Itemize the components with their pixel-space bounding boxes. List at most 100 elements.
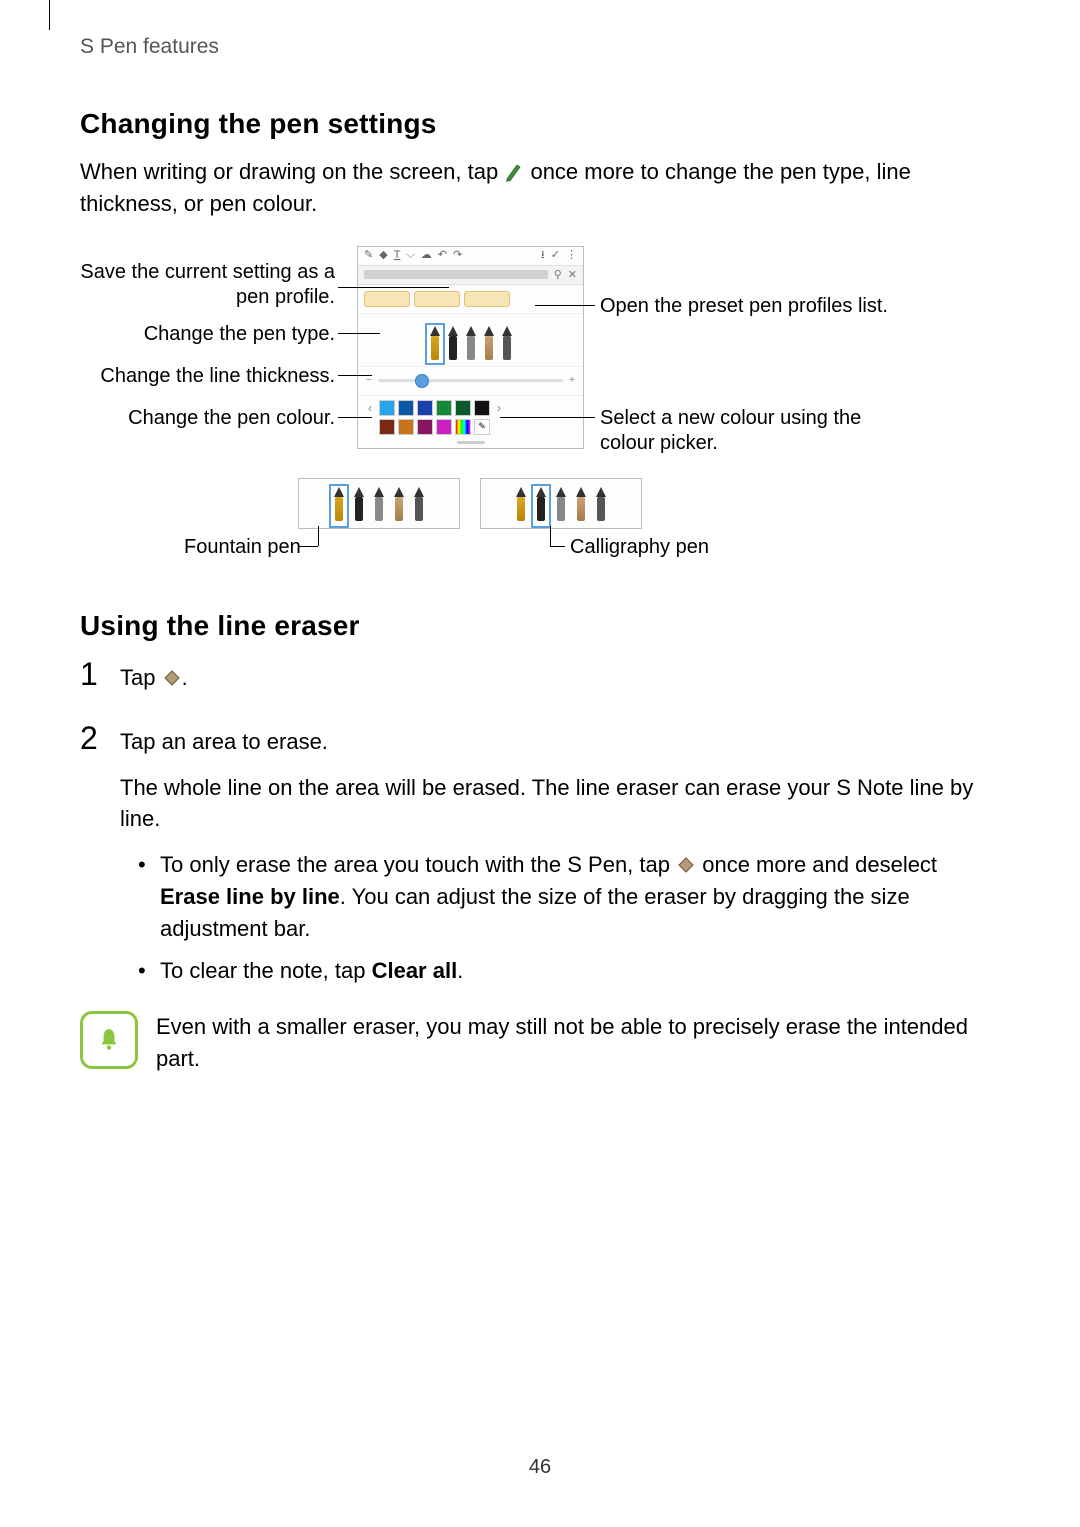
swatch-next-icon: › bbox=[493, 401, 505, 415]
pen-type bbox=[554, 487, 568, 525]
pen-strip-right bbox=[480, 478, 642, 529]
lead-line bbox=[338, 375, 372, 376]
bullet2-suffix: . bbox=[457, 958, 463, 983]
pen-type-calligraphy bbox=[534, 487, 548, 525]
page-content: Changing the pen settings When writing o… bbox=[80, 108, 1000, 1075]
pen-type bbox=[594, 487, 608, 525]
callout-change-colour: Change the pen colour. bbox=[80, 406, 335, 431]
panel-title-placeholder bbox=[364, 270, 548, 279]
pen-type-calligraphy bbox=[446, 326, 460, 362]
pen-type-pencil bbox=[464, 326, 478, 362]
heading-using-line-eraser: Using the line eraser bbox=[80, 610, 1000, 642]
step-number: 1 bbox=[80, 658, 120, 708]
slider-minus-icon: − bbox=[366, 375, 372, 386]
eraser-icon bbox=[162, 665, 182, 685]
panel-pen-types bbox=[358, 314, 583, 367]
tool-check-icon: ✓ bbox=[551, 250, 560, 261]
lead-line bbox=[298, 546, 318, 547]
step-2: 2 Tap an area to erase. The whole line o… bbox=[80, 722, 1000, 997]
tool-undo-icon: ↶ bbox=[438, 250, 447, 261]
heading-changing-pen-settings: Changing the pen settings bbox=[80, 108, 1000, 140]
swatch bbox=[455, 400, 471, 416]
pen-type bbox=[412, 487, 426, 525]
swatch bbox=[398, 400, 414, 416]
bullet1-mid: once more and deselect bbox=[702, 852, 937, 877]
callout-change-thickness: Change the line thickness. bbox=[80, 364, 335, 389]
callout-save-profile: Save the current setting as a pen profil… bbox=[80, 260, 335, 310]
slider-thumb bbox=[415, 374, 429, 388]
note-callout: Even with a smaller eraser, you may stil… bbox=[80, 1011, 1000, 1075]
step2-bullets: To only erase the area you touch with th… bbox=[138, 849, 1000, 987]
panel-open-presets-icon: ⚲ bbox=[554, 268, 562, 281]
intro-text-before: When writing or drawing on the screen, t… bbox=[80, 159, 504, 184]
swatch bbox=[474, 400, 490, 416]
pen-type-fountain bbox=[428, 326, 442, 362]
bullet1-prefix: To only erase the area you touch with th… bbox=[160, 852, 676, 877]
tool-save-icon: ⭳ bbox=[541, 250, 545, 261]
step2-line2: The whole line on the area will be erase… bbox=[120, 772, 1000, 836]
slider-track bbox=[378, 379, 563, 382]
preset-chip bbox=[464, 291, 510, 307]
pen-type bbox=[574, 487, 588, 525]
swatch bbox=[417, 400, 433, 416]
running-header: S Pen features bbox=[80, 35, 219, 59]
pen-type bbox=[514, 487, 528, 525]
bullet-erase-area: To only erase the area you touch with th… bbox=[138, 849, 1000, 945]
bullet1-bold: Erase line by line bbox=[160, 884, 340, 909]
lead-line bbox=[550, 546, 565, 547]
slider-plus-icon: + bbox=[569, 375, 575, 386]
pen-type bbox=[352, 487, 366, 525]
swatch bbox=[379, 400, 395, 416]
pen-type bbox=[392, 487, 406, 525]
pen-settings-figure: ✎ ◆ T ⌵ ☁ ↶ ↷ ⭳ ✓ ⋮ ⚲ ✕ bbox=[80, 246, 1000, 576]
colour-picker-icon: ✎ bbox=[474, 419, 490, 435]
tool-text-icon: T bbox=[394, 250, 401, 261]
pen-type-marker bbox=[500, 326, 514, 362]
step1-text-prefix: Tap bbox=[120, 665, 162, 690]
panel-toolbar: ✎ ◆ T ⌵ ☁ ↶ ↷ ⭳ ✓ ⋮ bbox=[358, 247, 583, 266]
swatch-prev-icon: ‹ bbox=[364, 401, 376, 415]
preset-chip bbox=[414, 291, 460, 307]
pen-type-highlighter bbox=[482, 326, 496, 362]
swatch bbox=[436, 400, 452, 416]
bullet2-bold: Clear all bbox=[372, 958, 458, 983]
note-text: Even with a smaller eraser, you may stil… bbox=[156, 1011, 1000, 1075]
lead-line bbox=[318, 526, 319, 546]
pen-strip-left bbox=[298, 478, 460, 529]
preset-chip bbox=[364, 291, 410, 307]
lead-line bbox=[535, 305, 595, 306]
lead-line bbox=[500, 417, 595, 418]
tool-pen-icon: ✎ bbox=[364, 250, 373, 261]
tool-more-icon: ⋮ bbox=[566, 250, 577, 261]
panel-thickness-slider: − + bbox=[358, 367, 583, 396]
panel-preset-row bbox=[358, 285, 583, 314]
panel-colour-swatches: ‹ › ✎ bbox=[358, 396, 583, 435]
swatch bbox=[417, 419, 433, 435]
document-page: S Pen features Changing the pen settings… bbox=[0, 0, 1080, 1527]
callout-colour-picker: Select a new colour using the colour pic… bbox=[600, 406, 900, 456]
step-number: 2 bbox=[80, 722, 120, 997]
label-fountain-pen: Fountain pen bbox=[184, 536, 301, 559]
step1-text-suffix: . bbox=[182, 665, 188, 690]
swatch bbox=[436, 419, 452, 435]
panel-titlebar: ⚲ ✕ bbox=[358, 266, 583, 285]
lead-line bbox=[338, 417, 372, 418]
bullet-clear-all: To clear the note, tap Clear all. bbox=[138, 955, 1000, 987]
lead-line bbox=[550, 526, 551, 546]
panel-close-icon: ✕ bbox=[568, 268, 577, 281]
step-1: 1 Tap . bbox=[80, 658, 1000, 708]
pen-settings-panel: ✎ ◆ T ⌵ ☁ ↶ ↷ ⭳ ✓ ⋮ ⚲ ✕ bbox=[357, 246, 584, 449]
note-icon-frame bbox=[80, 1011, 138, 1069]
lead-line bbox=[338, 333, 380, 334]
page-number: 46 bbox=[0, 1456, 1080, 1479]
tool-redo-icon: ↷ bbox=[453, 250, 462, 261]
callout-change-type: Change the pen type. bbox=[80, 322, 335, 347]
callout-open-presets: Open the preset pen profiles list. bbox=[600, 294, 940, 319]
panel-drag-handle-icon bbox=[358, 438, 583, 448]
pen-type bbox=[372, 487, 386, 525]
bell-icon bbox=[96, 1027, 122, 1053]
pen-icon bbox=[504, 159, 524, 179]
swatch bbox=[398, 419, 414, 435]
swatch bbox=[455, 419, 471, 435]
tool-camera-icon: ⌵ bbox=[406, 250, 414, 261]
